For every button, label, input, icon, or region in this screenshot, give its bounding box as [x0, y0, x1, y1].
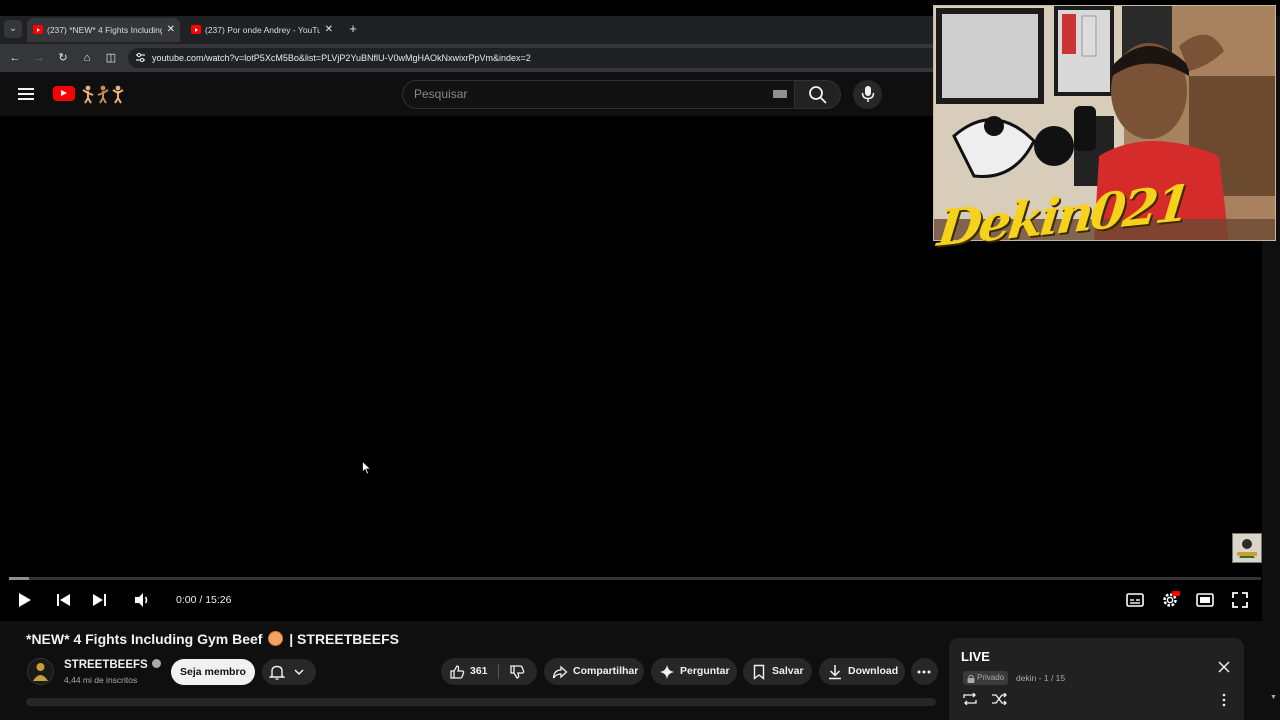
youtube-logo-icon[interactable] [53, 86, 75, 101]
more-horizontal-icon [917, 670, 931, 674]
like-dislike-group: 361 [441, 658, 537, 685]
youtube-favicon-icon [33, 25, 43, 34]
more-actions-button[interactable] [911, 658, 938, 685]
playlist-title[interactable]: LIVE [961, 649, 990, 664]
join-button[interactable]: Seja membro [171, 659, 255, 685]
fullscreen-icon[interactable] [1230, 590, 1250, 610]
download-button[interactable]: Download [819, 658, 905, 685]
mouse-cursor-icon [362, 461, 372, 475]
progress-buffered [9, 577, 29, 580]
volume-icon[interactable] [132, 590, 152, 610]
more-vertical-icon[interactable] [1221, 693, 1227, 707]
url-text[interactable]: youtube.com/watch?v=lotP5XcM5Bo&list=PLV… [152, 48, 531, 68]
verified-badge-icon [151, 659, 161, 668]
lock-icon [967, 674, 975, 683]
close-tab-icon[interactable]: ✕ [167, 18, 175, 42]
back-icon[interactable]: ← [7, 50, 23, 66]
close-tab-icon[interactable]: ✕ [325, 18, 333, 42]
channel-watermark-icon[interactable] [1232, 533, 1262, 563]
loop-icon[interactable] [962, 693, 978, 705]
settings-icon[interactable] [1160, 590, 1180, 610]
channel-name[interactable]: STREETBEEFS [64, 659, 161, 671]
tab-streetbeefs[interactable]: (237) *NEW* 4 Fights Including ✕ [27, 18, 180, 42]
reload-icon[interactable]: ↻ [55, 50, 71, 66]
channel-name-text[interactable]: STREETBEEFS [64, 659, 148, 671]
dislike-icon[interactable] [509, 664, 525, 680]
share-label: Compartilhar [573, 665, 639, 677]
menu-icon[interactable] [18, 88, 34, 100]
next-icon[interactable] [89, 590, 109, 610]
tab-search-dropdown[interactable]: ⌄ [4, 20, 22, 38]
like-icon[interactable] [449, 664, 465, 680]
description-box[interactable] [26, 698, 936, 706]
site-settings-icon[interactable] [135, 52, 146, 63]
sparkle-icon [660, 665, 674, 679]
youtube-favicon-icon [191, 25, 201, 34]
download-icon [829, 665, 841, 680]
tab-por-onde-andrey[interactable]: (237) Por onde Andrey - YouTu ✕ [185, 18, 338, 42]
like-count[interactable]: 361 [470, 658, 488, 685]
chevron-down-icon [294, 669, 304, 676]
new-tab-button[interactable]: + [346, 20, 360, 38]
ask-label: Perguntar [680, 665, 730, 677]
search-icon [809, 86, 827, 104]
privacy-label: Privado [977, 673, 1005, 682]
forward-icon[interactable]: → [31, 50, 47, 66]
privacy-badge: Privado [963, 671, 1009, 685]
split-view-icon[interactable]: ◫ [103, 50, 119, 66]
microphone-icon [861, 86, 875, 102]
ask-button[interactable]: Perguntar [651, 658, 737, 685]
theater-mode-icon[interactable] [1195, 590, 1215, 610]
play-icon[interactable] [14, 590, 34, 610]
share-icon [552, 665, 568, 679]
subtitles-icon[interactable] [1125, 590, 1145, 610]
youtube-doodle-icon[interactable] [80, 84, 126, 104]
tab-title: (237) Por onde Andrey - YouTu [205, 25, 320, 35]
previous-icon[interactable] [54, 590, 74, 610]
time-display: 0:00 / 15:26 [176, 594, 232, 606]
progress-bar[interactable] [9, 577, 1261, 580]
channel-avatar[interactable] [27, 658, 54, 685]
scroll-down-arrow-icon[interactable]: ▼ [1270, 694, 1277, 701]
video-title-suffix: | STREETBEEFS [289, 631, 399, 647]
video-title-text: *NEW* 4 Fights Including Gym Beef [26, 631, 263, 647]
bell-icon [269, 665, 285, 680]
save-label: Salvar [772, 665, 804, 677]
save-button[interactable]: Salvar [743, 658, 812, 685]
keyboard-icon[interactable] [773, 90, 787, 98]
home-icon[interactable]: ⌂ [79, 50, 95, 66]
like-divider [498, 664, 499, 679]
tab-title: (237) *NEW* 4 Fights Including [47, 25, 162, 35]
search-button[interactable] [795, 80, 841, 109]
subscription-bell-button[interactable] [262, 659, 316, 685]
playlist-meta: dekin - 1 / 15 [1016, 673, 1066, 683]
close-icon[interactable] [1217, 660, 1231, 674]
search-placeholder: Pesquisar [414, 87, 468, 101]
voice-search-button[interactable] [853, 80, 882, 109]
share-button[interactable]: Compartilhar [544, 658, 644, 685]
shuffle-icon[interactable] [991, 693, 1007, 705]
bookmark-icon [753, 664, 765, 680]
video-title: *NEW* 4 Fights Including Gym Beef | STRE… [26, 630, 399, 648]
download-label: Download [848, 665, 899, 677]
subscriber-count: 4,44 mi de inscritos [64, 675, 138, 685]
flushed-emoji-icon [268, 631, 284, 646]
